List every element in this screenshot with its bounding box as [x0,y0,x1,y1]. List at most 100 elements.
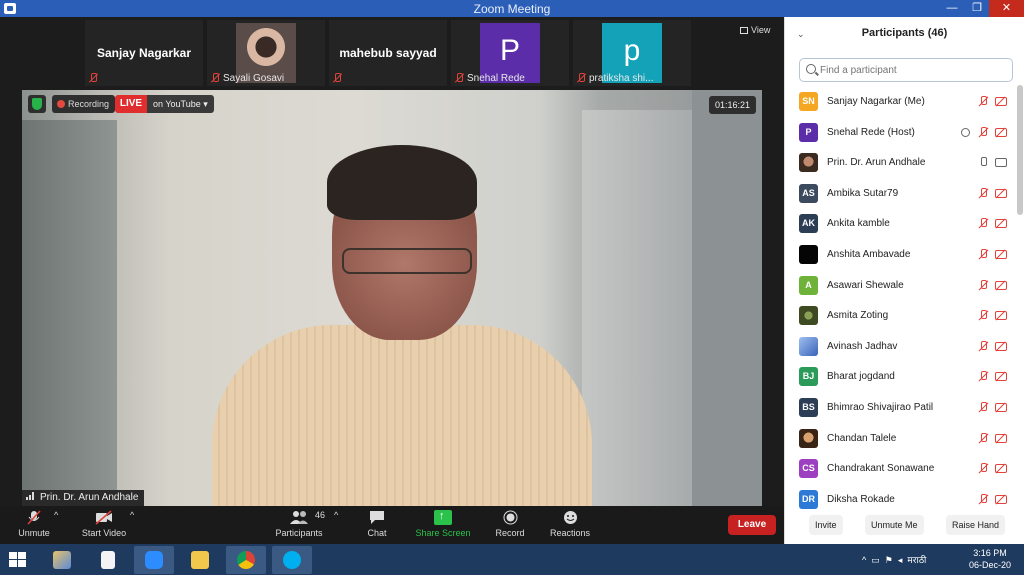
mic-muted-icon[interactable] [978,187,988,200]
video-background [692,90,762,506]
strip-tile[interactable]: Sanjay Nagarkar [85,20,203,86]
strip-tile[interactable]: p pratiksha shi... [573,20,691,86]
participant-row[interactable]: SN Sanjay Nagarkar (Me) [785,88,1017,119]
strip-tile[interactable]: P Snehal Rede [451,20,569,86]
participants-button[interactable]: 46 Participants [274,510,325,538]
taskbar-app-zoom[interactable] [134,546,174,574]
record-button[interactable]: Record [494,510,526,538]
participant-avatar: CS [799,459,818,479]
unmute-button[interactable]: Unmute [16,510,52,538]
chat-button[interactable]: Chat [362,510,392,538]
security-shield-icon[interactable] [28,95,46,113]
mic-on-icon[interactable] [978,157,988,169]
taskbar-app-skype[interactable] [272,546,312,574]
share-screen-icon [434,510,452,525]
participants-options-caret[interactable]: ^ [334,510,338,520]
window-title: Zoom Meeting [473,2,551,16]
view-button[interactable]: View [740,25,770,35]
mic-muted-icon[interactable] [978,463,988,475]
camera-off-icon[interactable] [995,127,1007,137]
participant-row[interactable]: BS Bhimrao Shivajirao Patil [785,394,1017,425]
camera-off-icon[interactable] [995,402,1007,412]
mic-muted-icon[interactable] [978,218,988,230]
mic-muted-icon[interactable] [978,96,988,108]
tile-label [89,73,101,84]
maximize-button[interactable]: ❐ [962,0,992,17]
share-screen-button[interactable]: Share Screen [414,510,472,538]
mic-muted-icon[interactable] [978,279,988,292]
camera-off-icon[interactable] [995,280,1007,290]
taskbar-app-chrome[interactable] [226,546,266,574]
participant-list-scrollbar[interactable] [1017,85,1023,215]
chrome-icon [237,551,255,569]
participant-row[interactable]: CS Chandrakant Sonawane [785,455,1017,486]
mic-muted-icon[interactable] [978,371,988,383]
mic-muted-icon[interactable] [978,248,988,261]
camera-off-icon[interactable] [995,219,1007,229]
meeting-toolbar: Unmute ^ Start Video ^ 46 Participants ^… [0,506,784,544]
invite-button[interactable]: Invite [809,515,843,535]
tile-label: Snehal Rede [455,73,525,84]
windows-start-icon[interactable] [9,552,27,568]
taskbar-app-explorer[interactable] [180,546,220,574]
start-video-button[interactable]: Start Video [80,510,128,538]
title-bar: Zoom Meeting — ❐ ✕ [0,0,1024,17]
volume-icon[interactable]: ◂ [898,555,903,565]
participant-row[interactable]: Prin. Dr. Arun Andhale [785,149,1017,180]
participant-avatar: AS [799,183,818,203]
participant-row[interactable]: A Asawari Shewale [785,272,1017,303]
camera-off-icon[interactable] [995,249,1007,259]
participant-row[interactable]: DR Diksha Rokade [785,486,1017,517]
mic-muted-icon [27,510,41,525]
participant-row[interactable]: Chandan Talele [785,425,1017,456]
camera-off-icon[interactable] [995,188,1007,198]
camera-off-icon[interactable] [995,464,1007,474]
search-input[interactable] [820,62,1005,78]
network-icon[interactable]: ▭ [871,555,880,565]
mic-muted-icon[interactable] [978,340,988,353]
participant-row[interactable]: P Snehal Rede (Host) [785,119,1017,150]
leave-button[interactable]: Leave [728,515,776,535]
reactions-button[interactable]: Reactions [548,510,592,538]
participant-avatar: P [799,122,818,142]
participant-name: Ambika Sutar79 [827,187,899,199]
raise-hand-button[interactable]: Raise Hand [946,515,1006,535]
participant-row[interactable]: Anshita Ambavade [785,241,1017,272]
close-button[interactable]: ✕ [989,0,1024,17]
participant-row[interactable]: Avinash Jadhav [785,333,1017,364]
participant-row[interactable]: AS Ambika Sutar79 [785,180,1017,211]
folder-icon [191,551,209,569]
camera-on-icon[interactable] [995,158,1007,168]
mic-muted-icon[interactable] [978,401,988,414]
recording-indicator[interactable]: Recording [52,95,116,113]
taskbar-clock[interactable]: 3:16 PM 06-Dec-20 [962,547,1018,571]
camera-off-icon[interactable] [995,311,1007,321]
participant-row[interactable]: AK Ankita kamble [785,210,1017,241]
taskbar-app-paint[interactable] [42,546,82,574]
camera-off-icon[interactable] [995,372,1007,382]
youtube-stream-menu[interactable]: on YouTube ▾ [147,95,214,113]
participant-row[interactable]: BJ Bharat jogdand [785,363,1017,394]
input-language[interactable]: मराठी [907,555,926,565]
chevron-up-icon[interactable]: ^ [862,555,866,565]
clock-date: 06-Dec-20 [968,560,1012,570]
mic-muted-icon[interactable] [978,432,988,445]
camera-off-icon[interactable] [995,433,1007,443]
video-options-caret[interactable]: ^ [130,510,134,520]
taskbar-app-notepad[interactable] [88,546,128,574]
mic-muted-icon[interactable] [978,310,988,322]
mic-muted-icon[interactable] [978,126,988,139]
mic-muted-icon[interactable] [978,493,988,506]
participant-row[interactable]: Asmita Zoting [785,302,1017,333]
camera-off-icon[interactable] [995,494,1007,504]
camera-off-icon[interactable] [995,97,1007,106]
mic-muted-icon [333,73,342,83]
participant-avatar [799,428,818,448]
unmute-options-caret[interactable]: ^ [54,510,58,520]
strip-tile[interactable]: Sayali Gosavi [207,20,325,86]
camera-off-icon[interactable] [995,341,1007,351]
skype-icon [283,551,301,569]
strip-tile[interactable]: mahebub sayyad [329,20,447,86]
unmute-me-button[interactable]: Unmute Me [865,515,924,535]
flag-icon[interactable]: ⚑ [885,555,893,565]
